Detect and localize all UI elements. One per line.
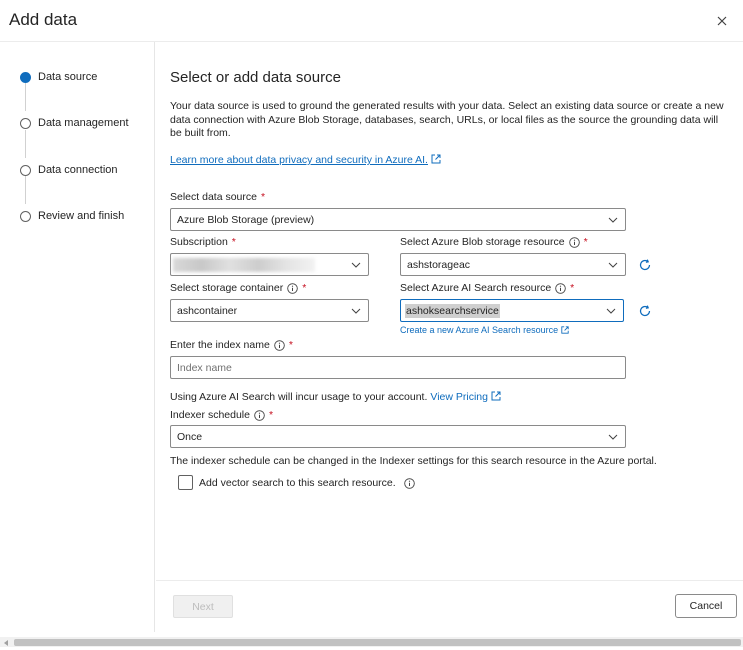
index-name-label: Enter the index name * <box>170 339 293 351</box>
subscription-label: Subscription * <box>170 236 236 248</box>
blob-resource-label: Select Azure Blob storage resource * <box>400 236 588 248</box>
blob-resource-dropdown[interactable]: ashstorageac <box>400 253 626 276</box>
info-icon[interactable] <box>274 339 285 351</box>
step-connector <box>25 130 26 158</box>
step-data-source[interactable]: Data source <box>20 70 97 84</box>
data-source-value: Azure Blob Storage (preview) <box>177 213 315 226</box>
search-resource-label: Select Azure AI Search resource * <box>400 282 575 294</box>
cancel-button[interactable]: Cancel <box>675 594 737 618</box>
learn-more-link-text: Learn more about data privacy and securi… <box>170 154 428 166</box>
indexer-schedule-value: Once <box>177 430 203 443</box>
step-dot-icon <box>20 164 31 176</box>
step-label: Data management <box>38 117 129 129</box>
close-icon[interactable] <box>713 12 731 30</box>
step-review-and-finish[interactable]: Review and finish <box>20 209 124 223</box>
chevron-down-icon <box>351 261 361 269</box>
index-name-placeholder: Index name <box>177 361 232 374</box>
search-resource-dropdown[interactable]: ashoksearchservice <box>400 299 624 322</box>
stepper <box>0 42 155 632</box>
create-search-resource-link[interactable]: Create a new Azure AI Search resource <box>400 325 569 336</box>
step-data-management[interactable]: Data management <box>20 116 129 130</box>
scrollbar-thumb[interactable] <box>14 639 741 646</box>
step-dot-icon <box>20 210 31 222</box>
info-icon[interactable] <box>287 282 298 294</box>
external-link-icon <box>491 391 501 404</box>
redacted-subscription-value <box>173 257 315 272</box>
scroll-left-arrow-icon[interactable] <box>2 638 10 646</box>
vector-search-checkbox[interactable] <box>178 475 193 490</box>
usage-note: Using Azure AI Search will incur usage t… <box>170 391 501 404</box>
storage-container-value: ashcontainer <box>177 304 238 317</box>
chevron-down-icon <box>351 307 361 315</box>
storage-container-label: Select storage container * <box>170 282 307 294</box>
refresh-icon[interactable] <box>638 258 652 272</box>
external-link-icon <box>561 326 569 336</box>
info-icon[interactable] <box>254 409 265 421</box>
blob-resource-value: ashstorageac <box>407 258 471 271</box>
external-link-icon <box>431 154 441 167</box>
chevron-down-icon <box>608 433 618 441</box>
step-active-dot-icon <box>20 71 31 83</box>
chevron-down-icon <box>608 261 618 269</box>
subscription-dropdown[interactable] <box>170 253 369 276</box>
view-pricing-link[interactable]: View Pricing <box>430 391 501 403</box>
section-title: Select or add data source <box>170 69 341 86</box>
chevron-down-icon <box>606 307 616 315</box>
dialog-title: Add data <box>9 10 78 29</box>
info-icon[interactable] <box>568 236 580 248</box>
step-connector <box>25 176 26 204</box>
step-label: Data connection <box>38 164 118 176</box>
info-icon[interactable] <box>555 282 566 294</box>
indexer-schedule-dropdown[interactable]: Once <box>170 425 626 448</box>
chevron-down-icon <box>608 216 618 224</box>
step-label: Data source <box>38 71 98 83</box>
footer-divider <box>156 580 743 581</box>
index-name-input[interactable]: Index name <box>170 356 626 379</box>
indexer-note: The indexer schedule can be changed in t… <box>170 455 657 467</box>
search-resource-value: ashoksearchservice <box>405 303 500 318</box>
refresh-icon[interactable] <box>638 304 652 318</box>
step-data-connection[interactable]: Data connection <box>20 163 118 177</box>
vector-search-label: Add vector search to this search resourc… <box>199 477 415 489</box>
storage-container-dropdown[interactable]: ashcontainer <box>170 299 369 322</box>
indexer-schedule-label: Indexer schedule * <box>170 409 274 421</box>
data-source-dropdown[interactable]: Azure Blob Storage (preview) <box>170 208 626 231</box>
info-icon[interactable] <box>403 477 415 489</box>
step-dot-icon <box>20 117 31 129</box>
section-description: Your data source is used to ground the g… <box>170 100 724 139</box>
data-source-label: Select data source * <box>170 191 266 203</box>
step-connector <box>25 83 26 111</box>
next-button[interactable]: Next <box>173 595 233 618</box>
learn-more-link[interactable]: Learn more about data privacy and securi… <box>170 154 441 167</box>
step-label: Review and finish <box>38 210 125 222</box>
